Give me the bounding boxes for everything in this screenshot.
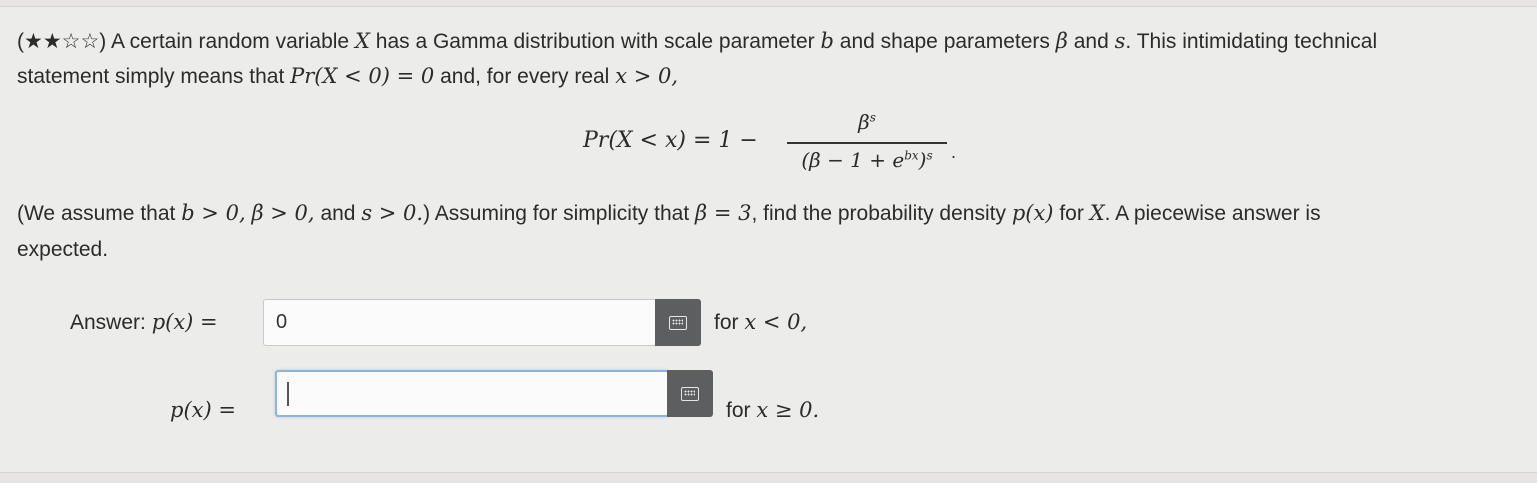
math-expression: s > 0. (361, 201, 424, 225)
math-expression: β = 3 (695, 201, 752, 225)
fraction-denominator: (β − 1 + ebx)s (801, 148, 933, 172)
math-expression: x > 0, (615, 64, 679, 88)
math-keyboard-button[interactable] (655, 299, 701, 346)
keyboard-icon (669, 315, 687, 330)
fraction-bar (787, 142, 947, 144)
text-segment: A certain random variable (110, 30, 350, 53)
problem-line-1: (★★☆☆) A certain random variable X has a… (17, 26, 1377, 57)
math-var: b (820, 29, 834, 53)
text-segment: . This intimidating technical (1125, 30, 1378, 53)
text-segment: , find the probability density (751, 202, 1006, 225)
text-segment: ) Assuming for simplicity that (423, 202, 690, 225)
text-segment: and, for every real (440, 65, 610, 88)
math-var: X (1089, 201, 1105, 225)
math-expression: p(x) = (151, 310, 218, 334)
condition-negative: for x < 0, (714, 310, 807, 335)
text-segment: for (1059, 202, 1084, 225)
input-value: 0 (276, 311, 288, 333)
answer-prefix: Answer: (70, 311, 146, 334)
formula-lhs: Pr(X < x) = 1 − (583, 128, 758, 153)
problem-line-3: (We assume that b > 0, β > 0, and s > 0.… (17, 198, 1321, 229)
answer-input-nonnegative[interactable] (275, 370, 669, 417)
math-expression: b > 0, (181, 201, 246, 225)
text-segment: for (714, 311, 739, 334)
math-expression: p(x) = (170, 398, 236, 422)
problem-line-4: expected. (17, 238, 109, 261)
text-caret (287, 382, 289, 406)
answer-input-negative[interactable]: 0 (263, 299, 657, 346)
text-segment: and (320, 202, 356, 225)
math-keyboard-button[interactable] (667, 370, 713, 417)
text-segment: and shape parameters (839, 30, 1050, 53)
fraction-numerator: βs (858, 110, 876, 134)
formula-period: . (951, 142, 957, 162)
difficulty-stars: (★★☆☆) (17, 30, 107, 53)
math-expression: x ≥ 0. (756, 398, 820, 422)
math-expression: p(x) (1011, 201, 1054, 225)
answer-label-1: Answer: p(x) = (70, 310, 218, 335)
answer-label-2: p(x) = (170, 398, 236, 423)
math-var: s (1114, 29, 1126, 53)
condition-nonnegative: for x ≥ 0. (726, 398, 819, 423)
keyboard-icon (681, 386, 699, 401)
math-var: X (354, 29, 370, 53)
text-segment: and (1073, 30, 1109, 53)
problem-line-2: statement simply means that Pr(X < 0) = … (17, 61, 678, 92)
math-expression: Pr(X < 0) = 0 (290, 64, 435, 88)
math-expression: β > 0, (251, 201, 315, 225)
math-var: β (1055, 29, 1068, 53)
math-expression: x < 0, (744, 310, 808, 334)
text-segment: . A piecewise answer is (1104, 202, 1321, 225)
text-segment: statement simply means that (17, 65, 285, 88)
text-segment: (We assume that (17, 202, 176, 225)
text-segment: has a Gamma distribution with scale para… (375, 30, 815, 53)
text-segment: for (726, 399, 751, 422)
